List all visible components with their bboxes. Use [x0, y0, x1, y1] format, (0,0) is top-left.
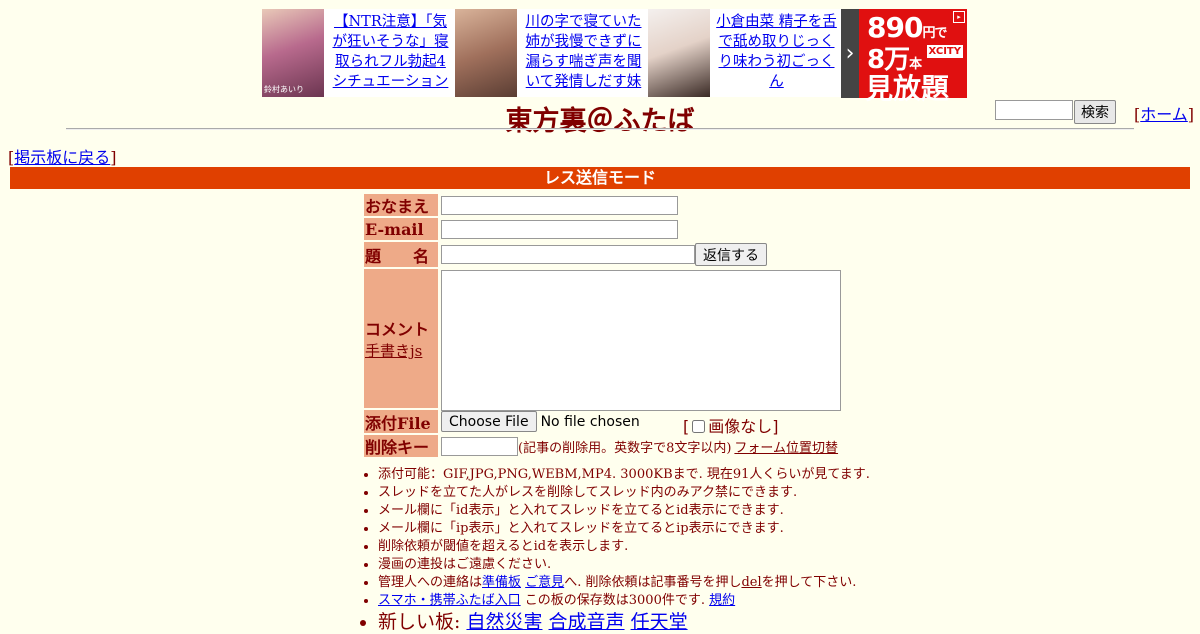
- board-notes: 添付可能：GIF,JPG,PNG,WEBM,MP4. 3000KBまで. 現在9…: [362, 466, 870, 634]
- subject-input[interactable]: [441, 245, 695, 264]
- delete-key-hint: (記事の削除用。英数字で8文字以内): [518, 440, 732, 456]
- reply-mode-bar: レス送信モード: [10, 167, 1190, 189]
- email-label: E-mail: [364, 218, 438, 240]
- ad-choice-icon[interactable]: ▸: [953, 11, 965, 23]
- search-input[interactable]: [995, 100, 1073, 120]
- rules-link[interactable]: 規約: [709, 593, 735, 608]
- delete-request-text: へ. 削除依頼は記事番号を押し: [564, 575, 742, 590]
- no-image-option: [画像なし]: [683, 417, 779, 436]
- chevron-right-icon[interactable]: ›: [841, 9, 859, 98]
- ad-link[interactable]: 川の字で寝ていた姉が我慢できずに漏らす喘ぎ声を聞いて発情しだす妹: [526, 14, 642, 90]
- list-item: メール欄に「id表示」と入れてスレッドを立てるとid表示にできます.: [378, 502, 870, 520]
- promo-brand-logo: XCITY: [926, 45, 963, 58]
- list-item: スレッドを立てた人がレスを削除してスレッド内のみアク禁にできます.: [378, 484, 870, 502]
- home-link[interactable]: ホーム: [1140, 105, 1188, 124]
- name-input[interactable]: [441, 195, 678, 215]
- promo-banner[interactable]: ▸ 890円で 8万本 XCITY 見放題: [859, 9, 967, 105]
- list-item: 削除依頼が閾値を超えるとidを表示します.: [378, 538, 870, 556]
- ad-link[interactable]: 【NTR注意】「気が狂いそうな」寝取られフル勃起4シチュエーション: [333, 14, 449, 90]
- back-nav: [掲示板に戻る]: [8, 148, 117, 167]
- search-button[interactable]: 検索: [1074, 100, 1116, 124]
- list-item: 漫画の連投はご遠慮ください.: [378, 556, 870, 574]
- ad-thumbnail[interactable]: [648, 9, 710, 97]
- ad-thumbnail-caption: 鈴村あいり: [264, 85, 304, 94]
- mobile-entry-link[interactable]: スマホ・携帯ふたば入口: [378, 593, 521, 608]
- subject-label: 題 名: [364, 242, 438, 267]
- form-position-toggle-link[interactable]: フォーム位置切替: [734, 437, 838, 456]
- feedback-link[interactable]: ご意見: [525, 575, 564, 590]
- delete-key-input[interactable]: [441, 436, 518, 456]
- search-form: 検索: [995, 100, 1116, 124]
- promo-yen: 円で: [922, 26, 947, 41]
- contact-text: 管理人への連絡は: [378, 575, 483, 590]
- comment-textarea[interactable]: [441, 270, 841, 411]
- ad-item-3[interactable]: 小倉由菜 精子を舌で舐め取りじっくり味わう初ごっくん: [648, 9, 841, 97]
- post-form: おなまえ E-mail 題 名 返信する コメント 手書きjs 添付File C…: [364, 194, 841, 459]
- file-label: 添付File: [364, 410, 438, 433]
- comment-label: コメント: [365, 320, 430, 339]
- list-item: メール欄に「ip表示」と入れてスレッドを立てるとip表示にできます.: [378, 520, 870, 538]
- divider: [66, 128, 1134, 130]
- ad-link[interactable]: 小倉由菜 精子を舌で舐め取りじっくり味わう初ごっくん: [716, 14, 837, 90]
- home-nav: [ホーム]: [1134, 105, 1195, 124]
- del-link[interactable]: del: [741, 575, 761, 590]
- list-item: 管理人への連絡は準備板 ご意見へ. 削除依頼は記事番号を押しdelを押して下さい…: [378, 574, 870, 592]
- no-image-label: 画像なし: [708, 417, 773, 436]
- list-item: スマホ・携帯ふたば入口 この板の保存数は3000件です. 規約: [378, 592, 870, 610]
- ad-banner: 鈴村あいり 【NTR注意】「気が狂いそうな」寝取られフル勃起4シチュエーション …: [262, 9, 967, 105]
- submit-reply-button[interactable]: 返信する: [695, 243, 767, 266]
- ad-item-2[interactable]: 川の字で寝ていた姉が我慢できずに漏らす喘ぎ声を聞いて発情しだす妹: [455, 9, 648, 97]
- ad-thumbnail[interactable]: [455, 9, 517, 97]
- ad-item-1[interactable]: 鈴村あいり 【NTR注意】「気が狂いそうな」寝取られフル勃起4シチュエーション: [262, 9, 455, 97]
- choose-file-button[interactable]: Choose File: [441, 411, 537, 432]
- no-file-text: No file chosen: [540, 413, 640, 430]
- name-label: おなまえ: [364, 194, 438, 216]
- delete-request-suffix: を押して下さい.: [761, 575, 857, 590]
- email-input[interactable]: [441, 219, 678, 239]
- list-item: 新しい板: 自然災害 合成音声 任天堂: [378, 610, 870, 634]
- ad-thumbnail[interactable]: 鈴村あいり: [262, 9, 324, 97]
- prep-board-link[interactable]: 準備板: [482, 575, 521, 590]
- retention-text: この板の保存数は3000件です.: [520, 593, 705, 608]
- no-image-checkbox[interactable]: [692, 420, 706, 433]
- back-to-board-link[interactable]: 掲示板に戻る: [14, 148, 110, 167]
- delete-key-label: 削除キー: [364, 435, 438, 457]
- list-item: 添付可能：GIF,JPG,PNG,WEBM,MP4. 3000KBまで. 現在9…: [378, 466, 870, 484]
- handwrite-link[interactable]: 手書きjs: [365, 340, 422, 361]
